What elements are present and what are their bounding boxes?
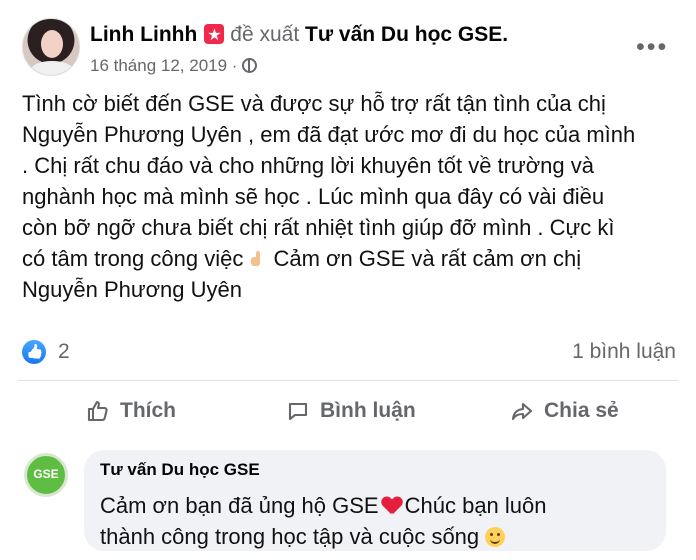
share-button[interactable]: Chia sẻ bbox=[510, 393, 619, 429]
comment-button-label: Bình luận bbox=[320, 399, 416, 422]
more-options-icon[interactable]: ••• bbox=[636, 33, 668, 62]
post-header: Linh Linhh đề xuất Tư vấn Du học GSE. 16 … bbox=[0, 0, 696, 84]
author-name[interactable]: Linh Linhh bbox=[90, 23, 197, 46]
post-body-line: nghành học mà mình sẽ học . Lúc mình qua… bbox=[22, 184, 605, 209]
author-recommendation-line: Linh Linhh đề xuất Tư vấn Du học GSE. bbox=[90, 22, 508, 49]
post-body-line: Nguyễn Phương Uyên , em đã đạt ước mơ đi… bbox=[22, 122, 636, 147]
comment-button[interactable]: Bình luận bbox=[286, 393, 416, 429]
star-badge-icon bbox=[204, 23, 225, 49]
comment-count[interactable]: 1 bình luận bbox=[572, 340, 676, 364]
comment-text: Cảm ơn bạn đã ủng hộ GSE Chúc bạn luôn th… bbox=[100, 490, 648, 552]
comment-author-name[interactable]: Tư vấn Du học GSE bbox=[100, 460, 260, 480]
post-body-line-with-icon: có tâm trong công việc Cảm ơn GSE và rất… bbox=[22, 243, 657, 274]
post-body-line: còn bỡ ngỡ chưa biết chị rất nhiệt tình … bbox=[22, 215, 615, 240]
post-body-line: Tình cờ biết đến GSE và được sự hỗ trợ r… bbox=[22, 91, 606, 116]
recommendation-text: đề xuất bbox=[230, 23, 300, 46]
author-avatar[interactable] bbox=[22, 18, 80, 76]
post-body-line: Nguyễn Phương Uyên bbox=[22, 277, 242, 302]
post-body-text: Cảm ơn GSE và rất cảm ơn chị bbox=[273, 246, 582, 271]
globe-icon bbox=[242, 58, 258, 73]
like-reaction-icon[interactable] bbox=[22, 340, 46, 364]
comment-line-end: Chúc bạn luôn bbox=[404, 493, 547, 518]
reaction-summary: 2 1 bình luận bbox=[0, 332, 696, 372]
smiling-face-icon bbox=[485, 527, 506, 547]
heart-icon bbox=[382, 497, 402, 515]
thumbs-up-emoji-icon bbox=[247, 251, 267, 268]
post-actions: Thích Bình luận Chia sẻ bbox=[0, 390, 696, 430]
like-button[interactable]: Thích bbox=[86, 393, 176, 429]
thumbs-up-icon bbox=[87, 400, 108, 422]
comment-line-start: Cảm ơn bạn đã ủng hộ GSE bbox=[100, 493, 379, 518]
comment-bubble-icon bbox=[288, 402, 308, 421]
post-body: Tình cờ biết đến GSE và được sự hỗ trợ r… bbox=[22, 88, 657, 305]
post-meta: 16 tháng 12, 2019 · bbox=[90, 56, 258, 76]
avatar-face bbox=[41, 30, 63, 58]
recommended-page-name[interactable]: Tư vấn Du học GSE. bbox=[305, 23, 508, 46]
post-body-text: có tâm trong công việc bbox=[22, 246, 244, 271]
comment-line-second: thành công trong học tập và cuộc sống bbox=[100, 524, 480, 549]
post-body-line: . Chị rất chu đáo và cho những lời khuyê… bbox=[22, 153, 594, 178]
share-arrow-icon bbox=[511, 402, 533, 421]
comment-bubble: Tư vấn Du học GSE Cảm ơn bạn đã ủng hộ G… bbox=[84, 450, 666, 551]
post-date[interactable]: 16 tháng 12, 2019 · bbox=[90, 56, 237, 75]
avatar-shirt bbox=[31, 61, 73, 75]
action-divider bbox=[18, 380, 678, 381]
like-button-label: Thích bbox=[120, 399, 176, 422]
like-count[interactable]: 2 bbox=[58, 340, 70, 364]
share-button-label: Chia sẻ bbox=[544, 399, 619, 422]
comment-author-avatar[interactable]: GSE bbox=[24, 453, 68, 497]
